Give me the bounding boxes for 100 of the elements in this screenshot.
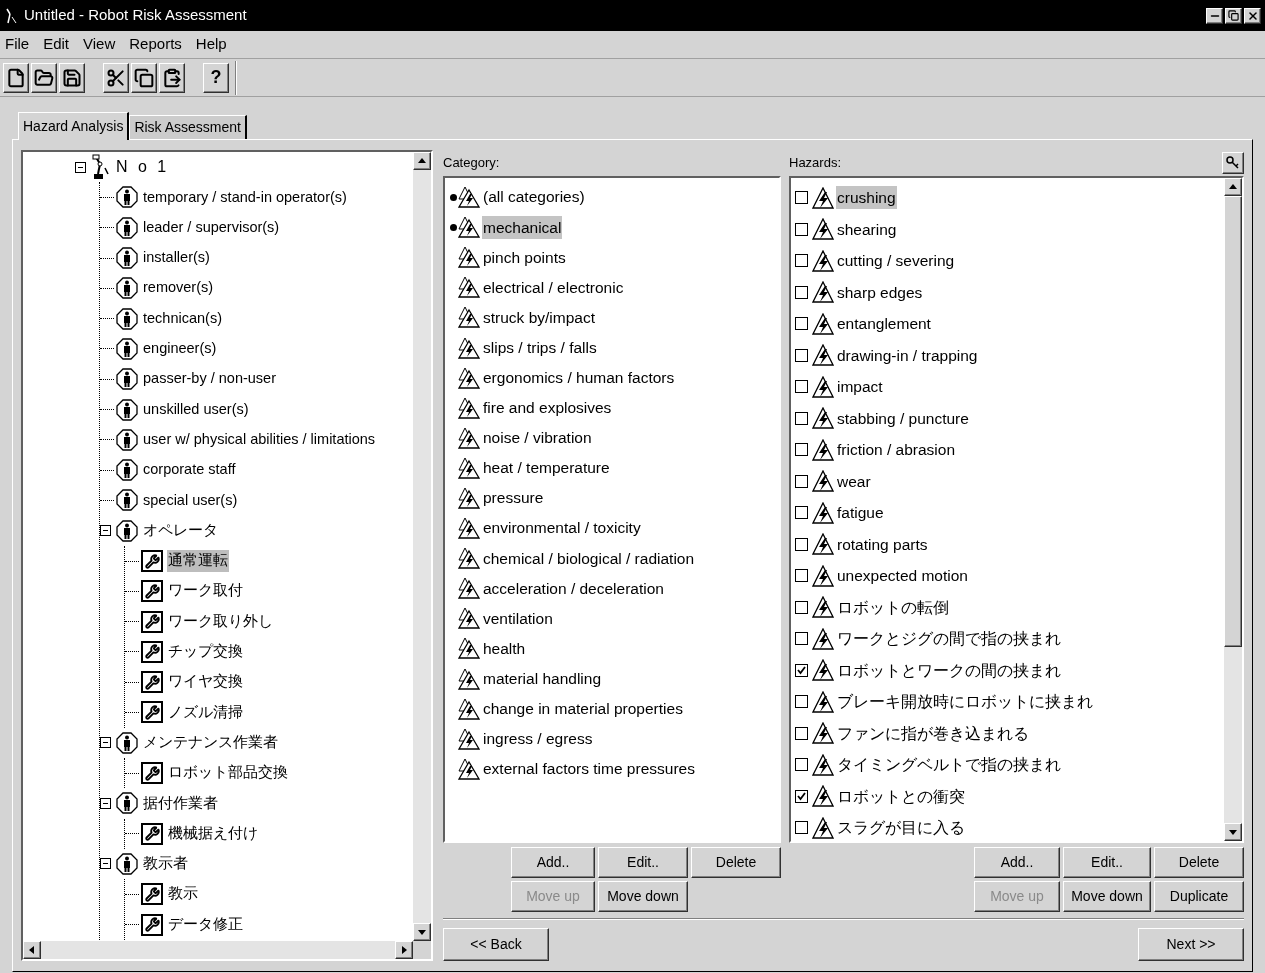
hazard-item[interactable]: drawing-in / trapping: [836, 343, 979, 367]
collapse-toggle[interactable]: [100, 797, 111, 809]
category-item[interactable]: slips / trips / falls: [482, 335, 598, 360]
menu-item[interactable]: Reports: [129, 33, 182, 56]
checkbox[interactable]: [795, 632, 808, 646]
tree-item[interactable]: ワーク取り外し: [167, 610, 274, 633]
hazard-item[interactable]: unexpected motion: [836, 564, 969, 588]
collapse-toggle[interactable]: [100, 525, 111, 537]
hazard-item[interactable]: タイミングベルトで指の挟まれ: [836, 753, 1062, 777]
back-button[interactable]: << Back: [443, 928, 549, 961]
help-button[interactable]: ?: [203, 62, 229, 93]
menu-item[interactable]: View: [83, 33, 116, 56]
tree-item[interactable]: オペレータ: [142, 519, 219, 542]
category-item[interactable]: change in material properties: [482, 697, 684, 721]
hazard-item[interactable]: ブレーキ開放時にロボットに挟まれ: [836, 690, 1094, 714]
hazard-item[interactable]: ロボットの転倒: [836, 595, 950, 619]
checkbox[interactable]: [795, 411, 808, 425]
menu-item[interactable]: File: [5, 33, 30, 56]
toolbar-button[interactable]: [131, 62, 157, 93]
vertical-scrollbar[interactable]: [1224, 178, 1242, 841]
hazard-item[interactable]: entanglement: [836, 312, 932, 336]
collapse-toggle[interactable]: [100, 858, 111, 870]
checkbox[interactable]: [795, 600, 808, 614]
dialog-button[interactable]: Move down: [598, 881, 688, 912]
category-item[interactable]: material handling: [482, 666, 603, 691]
tree-item[interactable]: temporary / stand-in operator(s): [142, 186, 348, 209]
tree-item[interactable]: ワーク取付: [167, 580, 244, 603]
next-button[interactable]: Next >>: [1138, 928, 1244, 961]
vertical-scrollbar[interactable]: [413, 152, 431, 941]
collapse-toggle[interactable]: [75, 161, 86, 173]
category-item[interactable]: acceleration / deceleration: [482, 576, 665, 600]
tree-item[interactable]: 据付作業者: [142, 792, 219, 815]
tree-item[interactable]: user w/ physical abilities / limitations: [142, 428, 377, 451]
hazard-item[interactable]: impact: [836, 375, 884, 399]
toolbar-button[interactable]: [31, 62, 57, 93]
checkbox[interactable]: [795, 443, 808, 457]
hazard-item[interactable]: cutting / severing: [836, 249, 956, 273]
checkbox[interactable]: [795, 506, 808, 520]
checkbox[interactable]: [795, 789, 808, 803]
checkbox[interactable]: [795, 285, 808, 299]
hazard-item[interactable]: スラグが目に入る: [836, 816, 966, 840]
tree-item[interactable]: special user(s): [142, 489, 239, 512]
dialog-button[interactable]: Edit..: [598, 847, 688, 878]
category-item[interactable]: mechanical: [482, 215, 563, 239]
category-item[interactable]: chemical / biological / radiation: [482, 546, 696, 570]
tree-item[interactable]: チップ交換: [167, 641, 244, 663]
dialog-button[interactable]: Move down: [1063, 881, 1151, 912]
tree-item[interactable]: ワイヤ交換: [167, 671, 244, 694]
dialog-button[interactable]: Delete: [691, 847, 781, 878]
checkbox[interactable]: [795, 222, 808, 236]
dialog-button[interactable]: Edit..: [1063, 847, 1151, 878]
tree-item[interactable]: 教示者: [142, 853, 189, 875]
hazard-item[interactable]: stabbing / puncture: [836, 406, 970, 430]
toolbar-button[interactable]: [159, 62, 185, 93]
checkbox[interactable]: [795, 537, 808, 551]
tree-item[interactable]: N o 1: [115, 155, 171, 180]
toolbar-button[interactable]: [3, 62, 29, 93]
tree-item[interactable]: unskilled user(s): [142, 398, 250, 421]
checkbox[interactable]: [795, 758, 808, 772]
category-item[interactable]: fire and explosives: [482, 396, 613, 420]
hazard-item[interactable]: friction / abrasion: [836, 438, 957, 462]
dialog-button[interactable]: Add..: [974, 847, 1060, 878]
category-item[interactable]: ergonomics / human factors: [482, 366, 676, 390]
category-item[interactable]: electrical / electronic: [482, 275, 625, 299]
checkbox[interactable]: [795, 726, 808, 740]
checkbox[interactable]: [795, 191, 808, 205]
checkbox[interactable]: [795, 474, 808, 488]
hazard-item[interactable]: crushing: [836, 186, 897, 210]
tab[interactable]: Hazard Analysis: [18, 112, 130, 140]
checkbox[interactable]: [795, 821, 808, 835]
hazard-item[interactable]: wear: [836, 469, 872, 493]
tree-item[interactable]: 教示: [167, 883, 199, 906]
tree-item[interactable]: メンテナンス作業者: [142, 731, 279, 754]
tree-item[interactable]: engineer(s): [142, 338, 218, 360]
checkbox[interactable]: [795, 254, 808, 268]
dialog-button[interactable]: Duplicate: [1154, 881, 1244, 912]
tree-item[interactable]: installer(s): [142, 247, 211, 269]
dialog-button[interactable]: Delete: [1154, 847, 1244, 878]
close-button[interactable]: [1244, 7, 1261, 24]
checkbox[interactable]: [795, 695, 808, 709]
checkbox[interactable]: [795, 348, 808, 362]
tree-item[interactable]: remover(s): [142, 277, 215, 300]
category-item[interactable]: environmental / toxicity: [482, 516, 642, 540]
minimize-button[interactable]: [1206, 7, 1223, 24]
scroll-thumb[interactable]: [1224, 196, 1242, 648]
tree-item[interactable]: technican(s): [142, 307, 223, 330]
hazard-item[interactable]: shearing: [836, 217, 898, 241]
hazard-item[interactable]: sharp edges: [836, 280, 924, 304]
hazard-item[interactable]: ワークとジグの間で指の挟まれ: [836, 627, 1062, 651]
category-item[interactable]: (all categories): [482, 185, 586, 209]
horizontal-scrollbar[interactable]: [23, 941, 413, 959]
tab[interactable]: Risk Assessment: [129, 115, 247, 139]
tree-item[interactable]: ロボット部品交換: [167, 762, 289, 784]
key-button[interactable]: [1222, 152, 1244, 174]
tree-item[interactable]: 通常運転: [167, 550, 229, 572]
scroll-up-button[interactable]: [413, 152, 431, 170]
hazard-item[interactable]: ロボットとワークの間の挟まれ: [836, 658, 1062, 682]
hazard-item[interactable]: ロボットとの衝突: [836, 784, 966, 808]
category-item[interactable]: pressure: [482, 486, 545, 510]
checkbox[interactable]: [795, 317, 808, 331]
